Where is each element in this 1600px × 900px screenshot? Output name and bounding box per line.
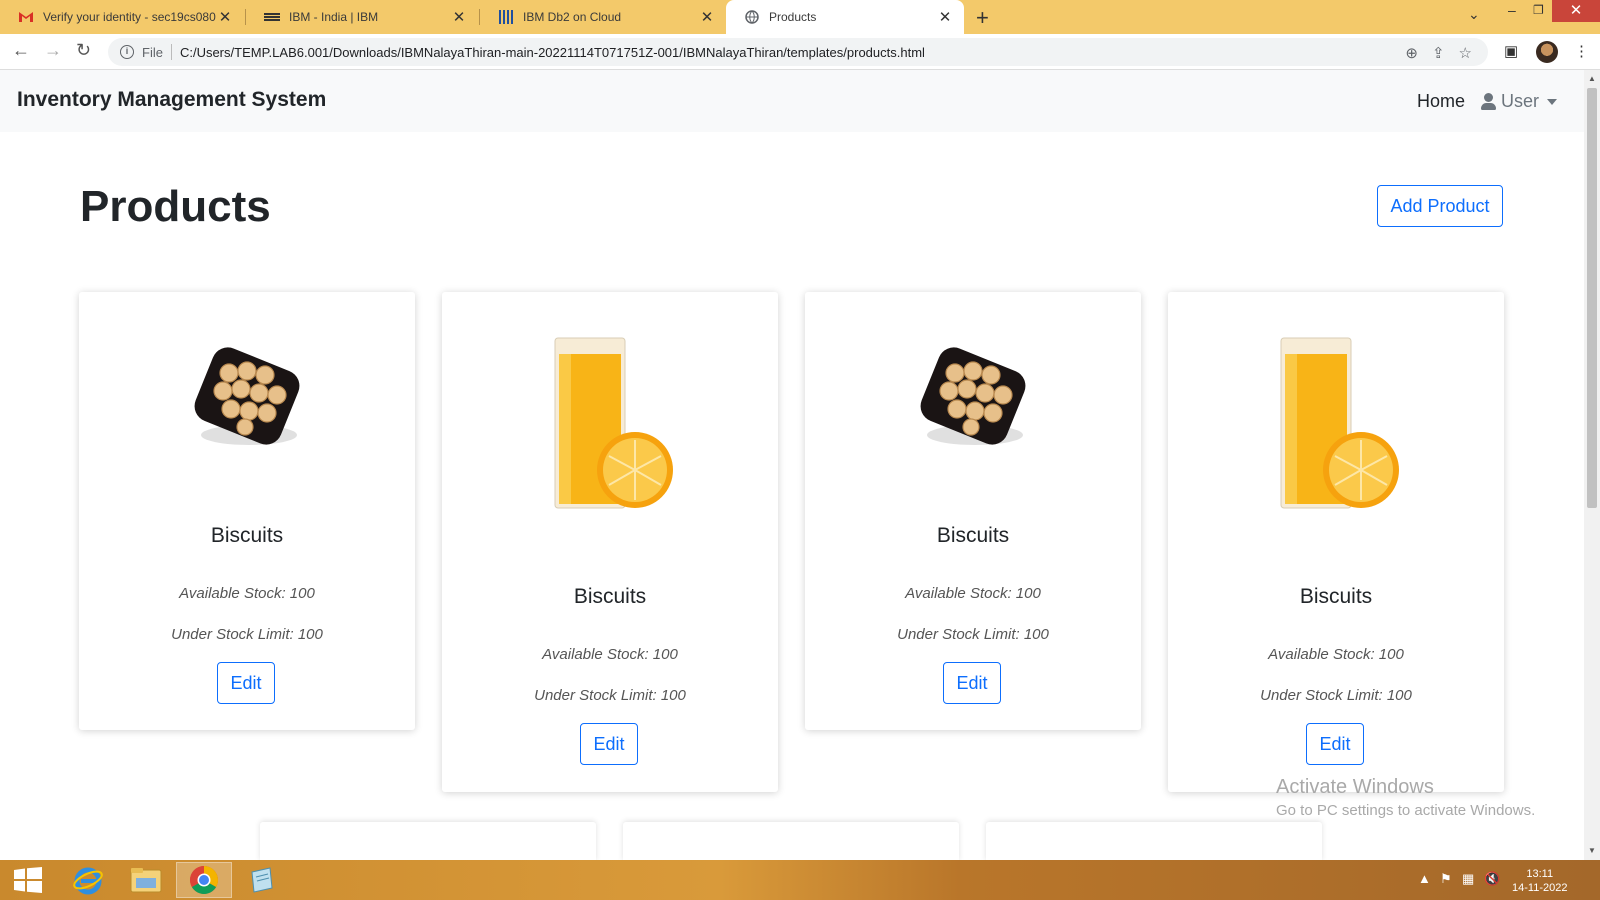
- close-window-button[interactable]: ✕: [1552, 0, 1600, 22]
- reload-icon[interactable]: ↻: [76, 40, 91, 61]
- nav-user-dropdown[interactable]: User: [1481, 91, 1558, 112]
- tab-title: Products: [769, 10, 817, 24]
- minimize-button[interactable]: –: [1508, 2, 1516, 18]
- action-center-flag-icon[interactable]: ⚑: [1440, 871, 1452, 887]
- tab-title: IBM Db2 on Cloud: [523, 10, 622, 24]
- profile-avatar[interactable]: [1536, 41, 1558, 63]
- back-icon[interactable]: ←: [12, 40, 30, 61]
- tab-products[interactable]: Products ✕: [726, 0, 964, 34]
- page-viewport: Inventory Management System Home User Pr…: [0, 70, 1584, 860]
- browser-toolbar: ← → ↻ i File C:/Users/TEMP.LAB6.001/Down…: [0, 34, 1600, 70]
- product-card: Biscuits Available Stock: 100 Under Stoc…: [79, 292, 415, 730]
- menu-kebab-icon[interactable]: ⋮: [1574, 42, 1589, 60]
- globe-icon: [744, 9, 760, 25]
- tab-db2[interactable]: IBM Db2 on Cloud ✕: [480, 0, 726, 34]
- network-icon[interactable]: ▦: [1462, 871, 1474, 887]
- tab-close-icon[interactable]: ✕: [936, 8, 954, 26]
- nav-user-label: User: [1501, 91, 1540, 111]
- bookmark-star-icon[interactable]: ☆: [1459, 44, 1472, 62]
- app-navbar: Inventory Management System Home User: [0, 70, 1584, 132]
- product-card-partial: [986, 822, 1322, 860]
- activate-windows-subtitle: Go to PC settings to activate Windows.: [1276, 802, 1536, 819]
- product-image-biscuits: [79, 332, 415, 468]
- under-stock-limit: Under Stock Limit: 100: [171, 626, 323, 643]
- chrome-icon[interactable]: [176, 862, 232, 898]
- available-stock: Available Stock: 100: [1268, 646, 1404, 663]
- ibm-icon: [264, 9, 280, 25]
- product-name: Biscuits: [210, 524, 284, 547]
- scroll-up-arrow-icon[interactable]: ▲: [1588, 74, 1596, 83]
- available-stock: Available Stock: 100: [179, 585, 315, 602]
- scrollbar-thumb[interactable]: [1587, 88, 1597, 508]
- windows-start-icon[interactable]: [0, 862, 56, 898]
- product-card-partial: [623, 822, 959, 860]
- under-stock-limit: Under Stock Limit: 100: [534, 687, 686, 704]
- available-stock: Available Stock: 100: [905, 585, 1041, 602]
- under-stock-limit: Under Stock Limit: 100: [897, 626, 1049, 643]
- scroll-down-arrow-icon[interactable]: ▼: [1588, 846, 1596, 855]
- tab-close-icon[interactable]: ✕: [216, 8, 234, 26]
- side-panel-icon[interactable]: ▣: [1504, 42, 1518, 60]
- product-name: Biscuits: [936, 524, 1010, 547]
- url-text[interactable]: C:/Users/TEMP.LAB6.001/Downloads/IBMNala…: [180, 45, 925, 60]
- volume-muted-icon[interactable]: 🔇: [1484, 871, 1500, 887]
- product-card: Biscuits Available Stock: 100 Under Stoc…: [805, 292, 1141, 730]
- tab-title: Verify your identity - sec19cs080: [43, 10, 216, 24]
- product-name: Biscuits: [1299, 585, 1373, 608]
- address-bar[interactable]: i File C:/Users/TEMP.LAB6.001/Downloads/…: [108, 38, 1488, 66]
- site-info-icon[interactable]: i: [120, 45, 134, 59]
- edit-button[interactable]: Edit: [217, 662, 275, 704]
- page-title: Products: [80, 182, 271, 231]
- url-scheme: File: [142, 44, 163, 60]
- product-image-juice: [442, 322, 778, 527]
- edit-button[interactable]: Edit: [943, 662, 1001, 704]
- nav-home-link[interactable]: Home: [1417, 91, 1465, 112]
- tab-title: IBM - India | IBM: [289, 10, 379, 24]
- product-image-juice: [1168, 322, 1504, 527]
- edit-button[interactable]: Edit: [1306, 723, 1364, 765]
- new-tab-button[interactable]: +: [976, 5, 989, 31]
- under-stock-limit: Under Stock Limit: 100: [1260, 687, 1412, 704]
- divider: [170, 44, 172, 60]
- tab-search-icon[interactable]: ⌄: [1468, 6, 1480, 23]
- product-card-partial: [260, 822, 596, 860]
- file-explorer-icon[interactable]: [118, 862, 174, 898]
- user-icon: [1481, 93, 1496, 110]
- forward-icon[interactable]: →: [44, 40, 62, 61]
- edit-button[interactable]: Edit: [580, 723, 638, 765]
- product-card: Biscuits Available Stock: 100 Under Stoc…: [442, 292, 778, 792]
- caret-down-icon: [1547, 98, 1558, 105]
- tab-close-icon[interactable]: ✕: [450, 8, 468, 26]
- tab-close-icon[interactable]: ✕: [698, 8, 716, 26]
- notepad-icon[interactable]: [234, 862, 290, 898]
- product-card: Biscuits Available Stock: 100 Under Stoc…: [1168, 292, 1504, 792]
- gmail-icon: [18, 9, 34, 25]
- product-name: Biscuits: [573, 585, 647, 608]
- show-hidden-icons-icon[interactable]: ▲: [1418, 871, 1431, 886]
- db2-icon: [498, 9, 514, 25]
- navbar-brand[interactable]: Inventory Management System: [17, 88, 326, 112]
- tab-gmail[interactable]: Verify your identity - sec19cs080 ✕: [0, 0, 244, 34]
- windows-taskbar: ▲ ⚑ ▦ 🔇 13:11 14-11-2022: [0, 860, 1600, 900]
- page-scrollbar[interactable]: ▲ ▼: [1584, 70, 1600, 860]
- add-product-button[interactable]: Add Product: [1377, 185, 1503, 227]
- product-image-biscuits: [805, 332, 1141, 468]
- clock-time: 13:11: [1526, 868, 1554, 880]
- available-stock: Available Stock: 100: [542, 646, 678, 663]
- internet-explorer-icon[interactable]: [60, 862, 116, 898]
- tab-ibm[interactable]: IBM - India | IBM ✕: [246, 0, 478, 34]
- share-icon[interactable]: ⇪: [1432, 44, 1445, 62]
- clock-date: 14-11-2022: [1512, 882, 1568, 894]
- activate-windows-title: Activate Windows: [1276, 776, 1434, 798]
- system-clock[interactable]: 13:11 14-11-2022: [1512, 867, 1567, 895]
- browser-tabstrip: Verify your identity - sec19cs080 ✕ IBM …: [0, 0, 1600, 34]
- zoom-icon[interactable]: ⊕: [1405, 44, 1418, 62]
- restore-button[interactable]: ❐: [1533, 3, 1544, 17]
